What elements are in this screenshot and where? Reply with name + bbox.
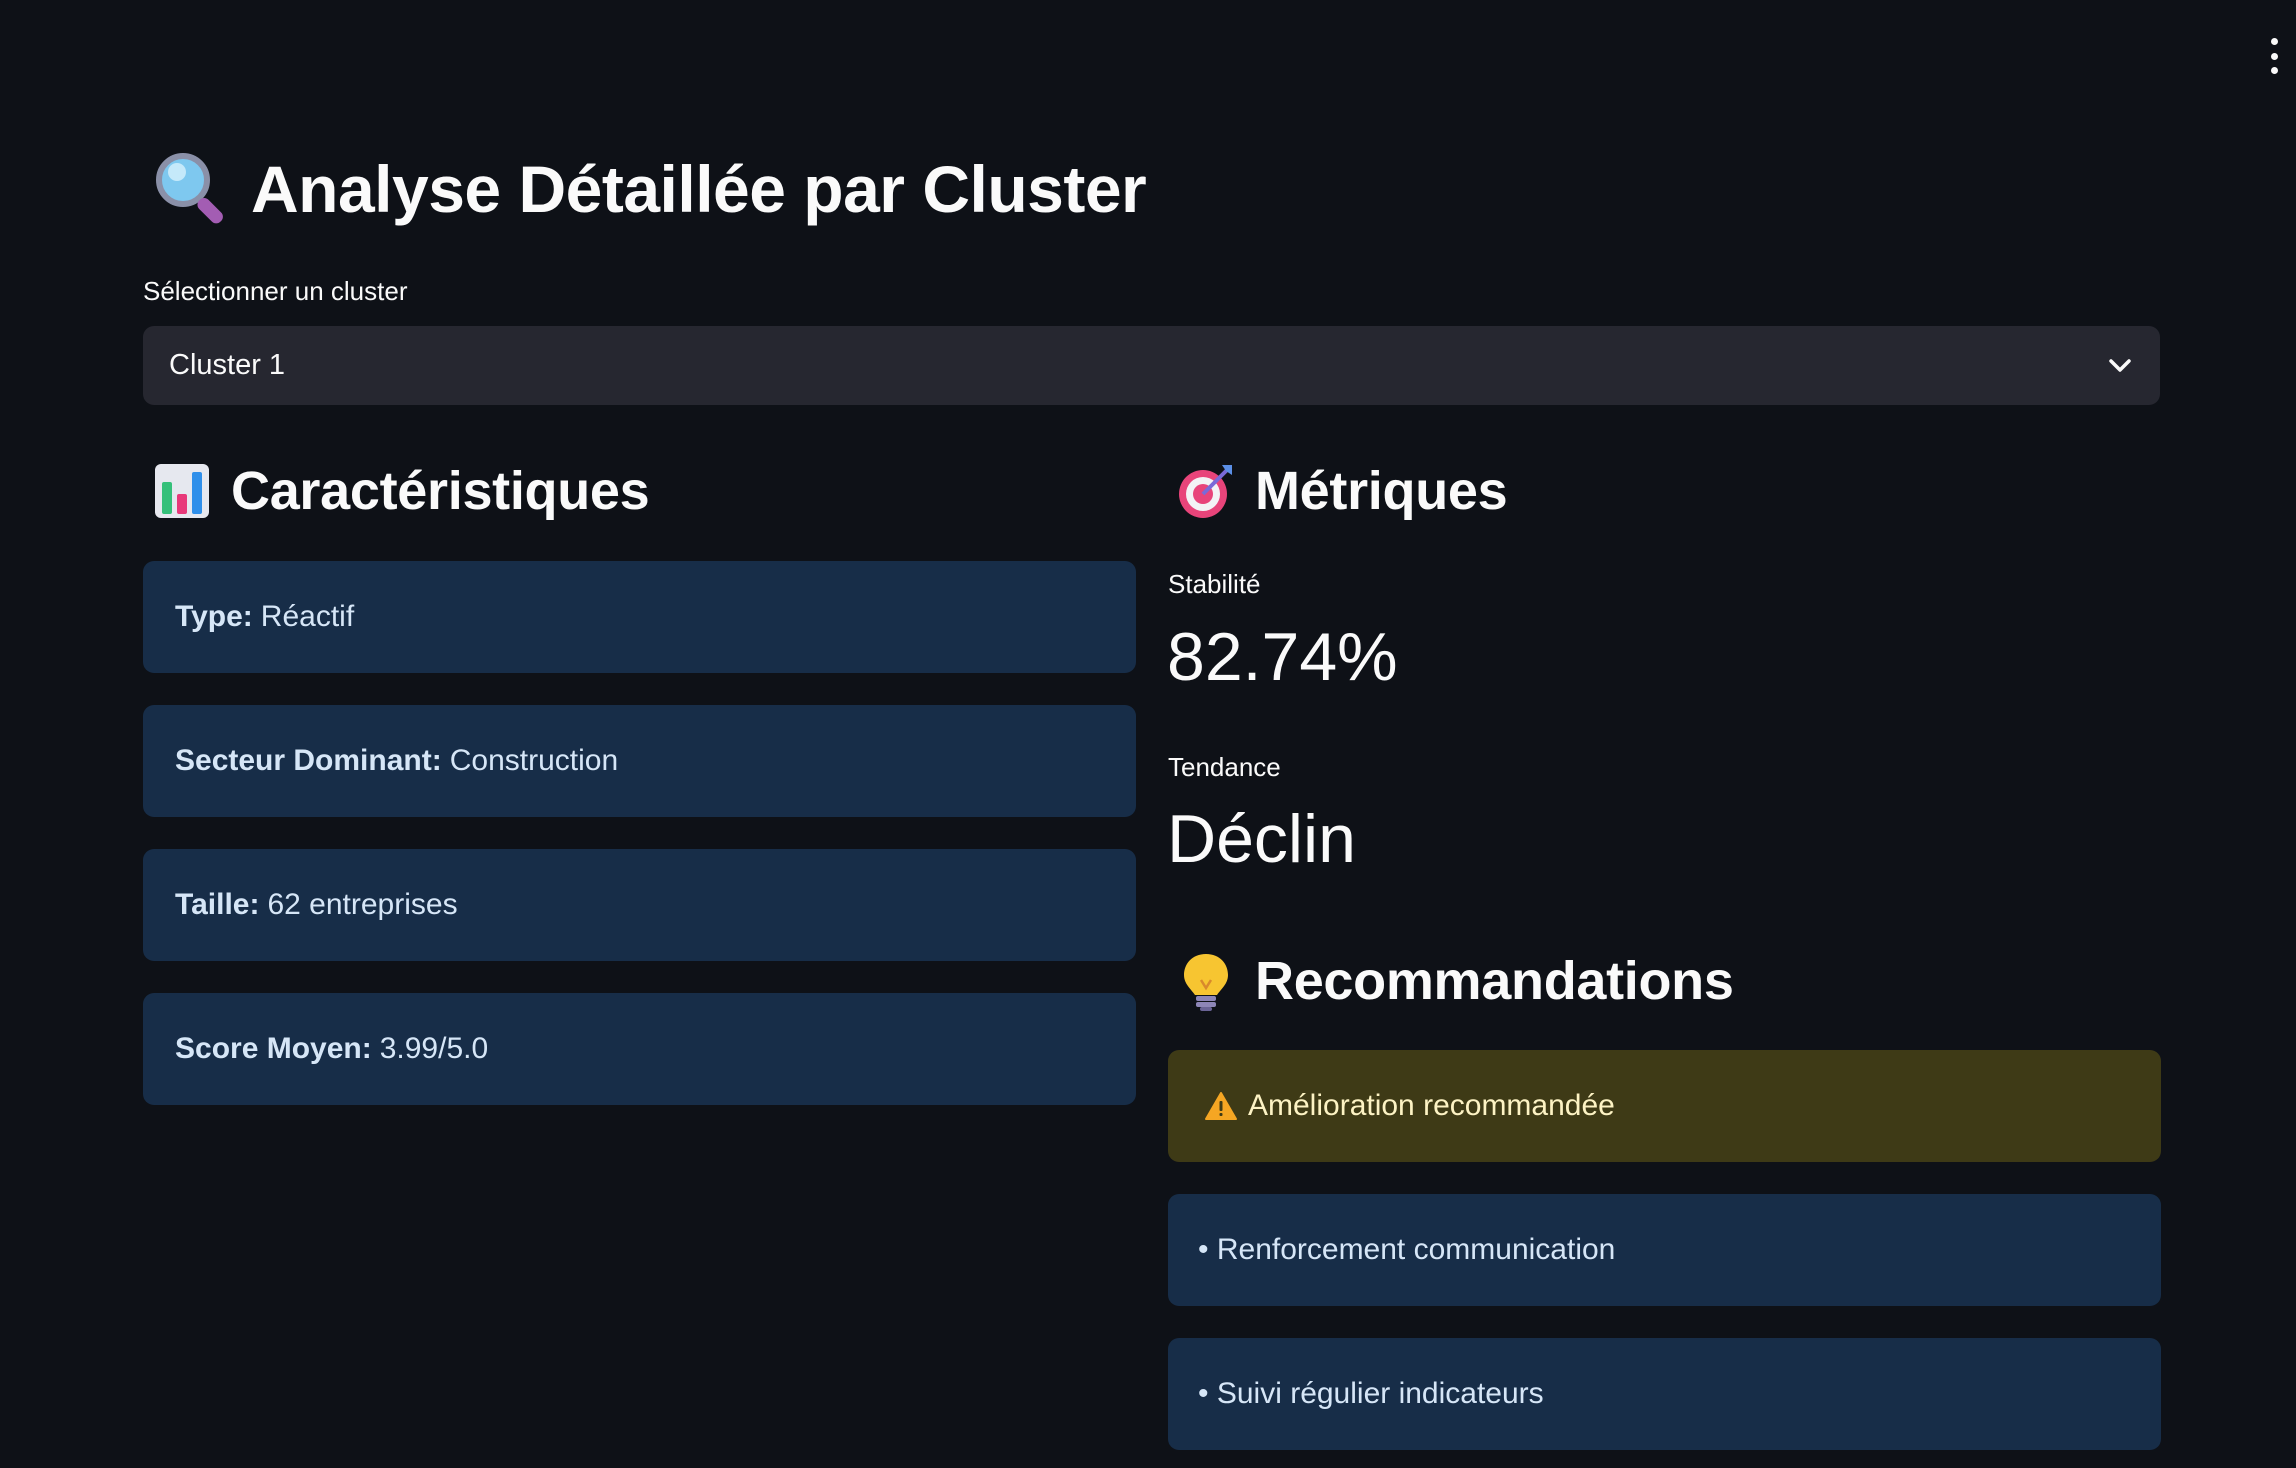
recommendations-heading: Recommandations xyxy=(1175,950,1734,1012)
page-title-text: Analyse Détaillée par Cluster xyxy=(251,152,1147,226)
target-icon xyxy=(1175,460,1237,522)
improvement-warning: Amélioration recommandée xyxy=(1168,1050,2161,1162)
warning-text: Amélioration recommandée xyxy=(1248,1089,1615,1122)
menu-dot xyxy=(2270,67,2278,74)
recommendation-item: • Renforcement communication xyxy=(1168,1194,2161,1306)
characteristic-value: 62 entreprises xyxy=(267,888,458,921)
recommendation-text: • Renforcement communication xyxy=(1198,1233,1616,1266)
recommendations-heading-text: Recommandations xyxy=(1255,951,1734,1011)
cluster-select-label: Sélectionner un cluster xyxy=(143,276,408,306)
bar-chart-icon xyxy=(151,460,213,522)
characteristics-heading-text: Caractéristiques xyxy=(231,461,650,521)
menu-dot xyxy=(2270,38,2278,45)
warning-icon xyxy=(1204,1091,1238,1121)
characteristic-key: Type: xyxy=(175,600,253,633)
characteristic-value: Réactif xyxy=(260,600,355,633)
light-bulb-icon xyxy=(1175,950,1237,1012)
main-menu-button[interactable] xyxy=(2260,38,2288,74)
stability-value: 82.74% xyxy=(1167,619,1398,695)
cluster-select[interactable]: Cluster 1 xyxy=(143,326,2160,405)
characteristic-key: Taille: xyxy=(175,888,260,921)
characteristic-score: Score Moyen: 3.99/5.0 xyxy=(143,993,1136,1105)
characteristic-key: Secteur Dominant: xyxy=(175,744,442,777)
page-title: Analyse Détaillée par Cluster xyxy=(153,150,1147,228)
stability-label: Stabilité xyxy=(1168,569,1261,599)
cluster-select-value: Cluster 1 xyxy=(169,349,286,381)
metrics-heading-text: Métriques xyxy=(1255,461,1508,521)
trend-value: Déclin xyxy=(1167,801,1356,877)
characteristic-size: Taille: 62 entreprises xyxy=(143,849,1136,961)
chevron-down-icon xyxy=(2106,352,2134,380)
characteristic-value: 3.99/5.0 xyxy=(379,1032,489,1065)
magnifying-glass-icon xyxy=(153,150,231,228)
characteristic-type: Type: Réactif xyxy=(143,561,1136,673)
menu-dot xyxy=(2270,52,2278,60)
characteristic-key: Score Moyen: xyxy=(175,1032,372,1065)
characteristic-value: Construction xyxy=(449,744,619,777)
metrics-heading: Métriques xyxy=(1175,460,1508,522)
characteristics-heading: Caractéristiques xyxy=(151,460,650,522)
recommendation-text: • Suivi régulier indicateurs xyxy=(1198,1377,1544,1410)
recommendation-item: • Suivi régulier indicateurs xyxy=(1168,1338,2161,1450)
characteristic-sector: Secteur Dominant: Construction xyxy=(143,705,1136,817)
trend-label: Tendance xyxy=(1168,752,1281,782)
